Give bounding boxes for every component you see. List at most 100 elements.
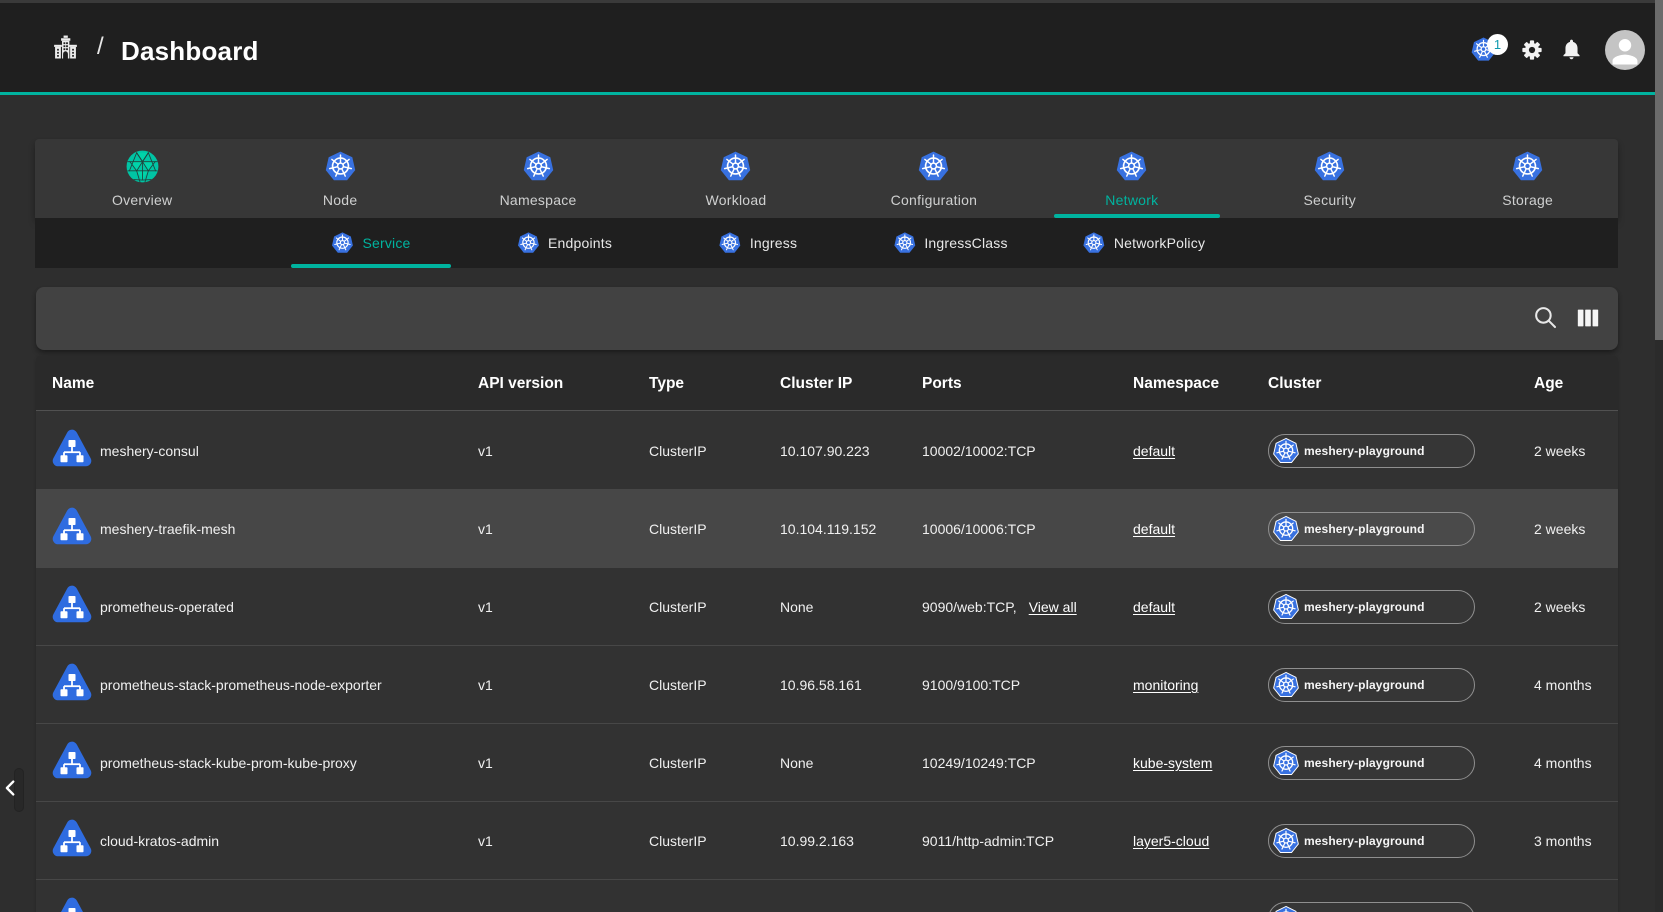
header-accent-line <box>0 92 1655 95</box>
view-all-ports-link[interactable]: View all <box>1029 599 1077 615</box>
view-columns-button[interactable] <box>1574 304 1602 332</box>
kubernetes-icon <box>1273 750 1299 776</box>
cluster-chip[interactable]: meshery-playground <box>1268 824 1475 858</box>
column-header-age[interactable]: Age <box>1534 356 1563 411</box>
tab-configuration[interactable]: Configuration <box>835 139 1033 218</box>
cell-age: 2 weeks <box>1534 490 1585 568</box>
table-row[interactable]: cloud-kratos-admin v1 ClusterIP 10.99.2.163… <box>36 802 1618 880</box>
subtab-networkpolicy[interactable]: NetworkPolicy <box>1083 218 1205 268</box>
subtab-endpoints[interactable]: Endpoints <box>517 218 612 268</box>
cluster-chip[interactable]: meshery-playground <box>1268 668 1475 702</box>
cell-age: 4 months <box>1534 646 1592 724</box>
cluster-chip-label: meshery-playground <box>1304 834 1425 848</box>
subtab-label: IngressClass <box>924 235 1007 251</box>
cell-namespace: kube-system <box>1133 724 1212 802</box>
cell-api-version: v1 <box>478 646 493 724</box>
service-icon <box>51 819 93 858</box>
search-icon <box>1533 305 1559 331</box>
service-icon <box>51 585 93 627</box>
cell-namespace: default <box>1133 568 1175 646</box>
namespace-link[interactable]: kube-system <box>1133 755 1212 771</box>
cell-namespace: monitoring <box>1133 646 1198 724</box>
app-bar: / Dashboard 1 <box>0 3 1655 92</box>
cluster-chip[interactable]: meshery-playground <box>1268 512 1475 546</box>
column-header-namespace[interactable]: Namespace <box>1133 356 1219 411</box>
tab-security[interactable]: Security <box>1231 139 1429 218</box>
namespace-link[interactable]: layer5-cloud <box>1133 833 1209 849</box>
context-count-badge: 1 <box>1487 34 1508 55</box>
user-avatar[interactable] <box>1605 30 1645 70</box>
organization-logo-button[interactable] <box>52 34 79 61</box>
resource-tabbar: Overview Node NamespaceWorkloadConfigurati… <box>35 139 1618 218</box>
namespace-link[interactable]: default <box>1133 443 1175 459</box>
subtab-label: Endpoints <box>548 235 612 251</box>
column-header-api-version[interactable]: API version <box>478 356 563 411</box>
table-row[interactable]: mesherymeshery-playground <box>36 880 1618 912</box>
cell-cluster-ip: 10.99.2.163 <box>780 802 854 880</box>
cluster-chip-label: meshery-playground <box>1304 678 1425 692</box>
cluster-chip[interactable]: meshery-playground <box>1268 434 1475 468</box>
subtab-ingress[interactable]: Ingress <box>719 218 797 268</box>
ports-value: 9100/9100:TCP <box>922 677 1020 693</box>
kubernetes-icon <box>517 232 539 254</box>
column-header-type[interactable]: Type <box>649 356 684 411</box>
service-name: prometheus-stack-kube-prom-kube-proxy <box>100 755 357 771</box>
tab-network[interactable]: Network <box>1033 139 1231 218</box>
service-icon <box>51 663 93 702</box>
services-table: Name API version Type Cluster IP Ports Namesp… <box>36 356 1618 912</box>
column-header-ports[interactable]: Ports <box>922 356 962 411</box>
table-row[interactable]: prometheus-stack-prometheus-node-exporte… <box>36 646 1618 724</box>
subtab-label: NetworkPolicy <box>1114 235 1205 251</box>
cell-type: ClusterIP <box>649 802 707 880</box>
cluster-chip[interactable]: meshery-playground <box>1268 902 1475 912</box>
page-scrollbar-thumb[interactable] <box>1655 0 1663 340</box>
collapse-sidebar-button[interactable] <box>0 774 22 802</box>
tab-storage[interactable]: Storage <box>1429 139 1627 218</box>
tab-node[interactable]: Node <box>241 139 439 218</box>
cell-type: ClusterIP <box>649 412 707 490</box>
cell-cluster-ip: 10.104.119.152 <box>780 490 876 568</box>
column-header-name[interactable]: Name <box>52 356 94 411</box>
tab-label: Network <box>1105 192 1158 208</box>
tab-workload[interactable]: Workload <box>637 139 835 218</box>
tab-label: Overview <box>112 192 172 208</box>
subtab-ingressclass[interactable]: IngressClass <box>893 218 1007 268</box>
service-name: meshery-consul <box>100 443 199 459</box>
cell-ports: 9011/http-admin:TCP <box>922 802 1054 880</box>
cell-ports: 10006/10006:TCP <box>922 490 1036 568</box>
cluster-chip[interactable]: meshery-playground <box>1268 590 1475 624</box>
kubernetes-icon <box>1273 438 1299 464</box>
cluster-chip[interactable]: meshery-playground <box>1268 746 1475 780</box>
cell-age: 4 months <box>1534 724 1592 802</box>
search-button[interactable] <box>1532 304 1560 332</box>
column-header-cluster[interactable]: Cluster <box>1268 356 1321 411</box>
table-row[interactable]: prometheus-stack-kube-prom-kube-proxyv1C… <box>36 724 1618 802</box>
service-name: cloud-kratos-admin <box>100 833 219 849</box>
ports-value: 9090/web:TCP, <box>922 599 1017 615</box>
kubernetes-icon <box>331 232 353 254</box>
table-row[interactable]: meshery-traefik-meshv1ClusterIP10.104.11… <box>36 490 1618 568</box>
building-icon <box>52 34 79 61</box>
cell-age: 3 months <box>1534 802 1592 880</box>
subtab-service[interactable]: Service <box>331 218 410 268</box>
cell-name: meshery-traefik-mesh <box>100 490 235 568</box>
ports-value: 9011/http-admin:TCP <box>922 833 1054 849</box>
notifications-button[interactable] <box>1560 38 1583 61</box>
cell-namespace: default <box>1133 490 1175 568</box>
cluster-chip-label: meshery-playground <box>1304 756 1425 770</box>
cell-cluster-ip: 10.96.58.161 <box>780 646 862 724</box>
namespace-link[interactable]: default <box>1133 521 1175 537</box>
table-row[interactable]: meshery-consulv1ClusterIP10.107.90.22310… <box>36 412 1618 490</box>
table-row[interactable]: prometheus-operatedv1ClusterIPNone9090/w… <box>36 568 1618 646</box>
breadcrumb-separator: / <box>97 33 104 61</box>
cell-api-version: v1 <box>478 802 493 880</box>
service-name: prometheus-stack-prometheus-node-exporte… <box>100 677 382 693</box>
tab-overview[interactable]: Overview <box>43 139 241 218</box>
namespace-link[interactable]: monitoring <box>1133 677 1198 693</box>
tab-label: Node <box>323 192 357 208</box>
service-icon <box>51 429 93 468</box>
settings-button[interactable] <box>1521 39 1543 61</box>
namespace-link[interactable]: default <box>1133 599 1175 615</box>
tab-namespace[interactable]: Namespace <box>439 139 637 218</box>
column-header-cluster-ip[interactable]: Cluster IP <box>780 356 852 411</box>
